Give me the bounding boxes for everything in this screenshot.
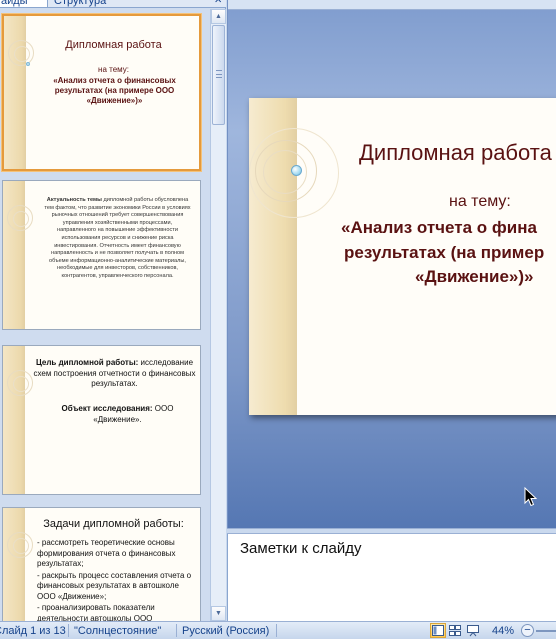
pane-tabs: айды Структура ✕ [0,0,226,8]
thumbnail-title: Задачи дипломной работы: [43,518,184,530]
slide-subtitle[interactable]: на тему: [449,193,511,211]
status-separator [176,624,177,637]
status-separator [68,624,69,637]
thumbnail-object: Объект исследования: ООО «Движение». [53,404,182,425]
thumbnail-heading: Актуальность темы [46,197,102,203]
slide-thumbnail-4[interactable]: Задачи дипломной работы: - рассмотреть т… [2,507,201,621]
slide-thumbnail-3[interactable]: Цель дипломной работы: исследование схем… [2,345,201,495]
close-pane-icon[interactable]: ✕ [210,0,224,7]
editor-top-edge [228,0,556,10]
bubble-ornament [291,165,302,176]
slide-counter: Слайд 1 из 13 [0,625,66,637]
slides-pane: айды Структура ✕ Дипломная работа на тем… [0,0,226,621]
main-area: Дипломная работа на тему: «Анализ отчета… [227,0,556,621]
theme-name[interactable]: "Солнцестояние" [74,624,161,638]
notes-pane[interactable]: Заметки к слайду [227,534,556,621]
swirl-ornament [13,376,29,392]
thumbnail-goal: Цель дипломной работы: исследование схем… [33,358,196,390]
slide-thumbnail-1[interactable]: Дипломная работа на тему: «Анализ отчета… [2,14,201,171]
thumbnail-subtitle: на тему: [98,65,129,74]
language-indicator[interactable]: Русский (Россия) [182,624,269,638]
task-item: - проанализировать показатели деятельнос… [37,603,155,621]
goal-label: Цель дипломной работы: [35,358,139,367]
bubble-ornament [26,62,30,66]
thumbnail-body: дипломной работы обусловлена тем фактом,… [44,197,191,279]
slide-side-band [3,346,25,494]
slide-sorter-icon [449,625,461,636]
tab-outline[interactable]: Структура [50,0,114,7]
thumbnail-text: Актуальность темы дипломной работы обусл… [43,197,192,281]
normal-view-icon [432,625,444,636]
zoom-out-button[interactable]: − [521,624,534,637]
swirl-ornament [14,46,30,62]
slide-topic-line[interactable]: результатах (на пример [344,243,544,263]
slide-title[interactable]: Дипломная работа [359,140,552,166]
slide-topic-line[interactable]: «Анализ отчета о фина [341,218,537,238]
slide-side-band [3,508,25,621]
scrollbar-thumb[interactable] [212,25,225,125]
object-label: Объект исследования: [61,404,153,413]
zoom-slider[interactable] [536,630,556,632]
slide-sorter-view-button[interactable] [447,623,463,638]
task-item: - раскрыть процесс составления отчета о … [37,570,192,601]
slide-thumbnail-list: Дипломная работа на тему: «Анализ отчета… [0,9,210,621]
slide-show-button[interactable] [465,623,481,638]
thumbnail-topic: «Анализ отчета о финансовых результатах … [53,76,176,105]
zoom-level[interactable]: 44% [492,624,514,638]
notes-placeholder[interactable]: Заметки к слайду [240,540,362,557]
scroll-down-arrow-icon[interactable]: ▼ [211,606,226,621]
mouse-cursor-icon [524,487,538,507]
thumbnail-title: Дипломная работа [65,39,162,51]
task-item: - рассмотреть теоретические основы форми… [37,538,176,568]
slide-thumbnail-2[interactable]: Актуальность темы дипломной работы обусл… [2,180,201,330]
thumbnail-scrollbar[interactable]: ▲ ▼ [210,9,226,621]
scroll-up-arrow-icon[interactable]: ▲ [211,9,226,24]
slide-side-band [4,16,26,169]
swirl-ornament [13,211,29,227]
current-slide[interactable]: Дипломная работа на тему: «Анализ отчета… [249,98,556,415]
normal-view-button[interactable] [430,623,446,638]
slide-side-band [3,181,25,329]
slide-editor[interactable]: Дипломная работа на тему: «Анализ отчета… [227,0,556,528]
thumbnail-task-list: - рассмотреть теоретические основы форми… [37,538,196,621]
grip-icon [216,70,222,78]
slide-show-icon [467,625,479,637]
slide-topic-line[interactable]: «Движение»)» [415,267,534,287]
tab-slides[interactable]: айды [0,0,48,7]
status-separator [276,624,277,637]
status-bar: Слайд 1 из 13 "Солнцестояние" Русский (Р… [0,621,556,639]
swirl-ornament [13,538,29,554]
